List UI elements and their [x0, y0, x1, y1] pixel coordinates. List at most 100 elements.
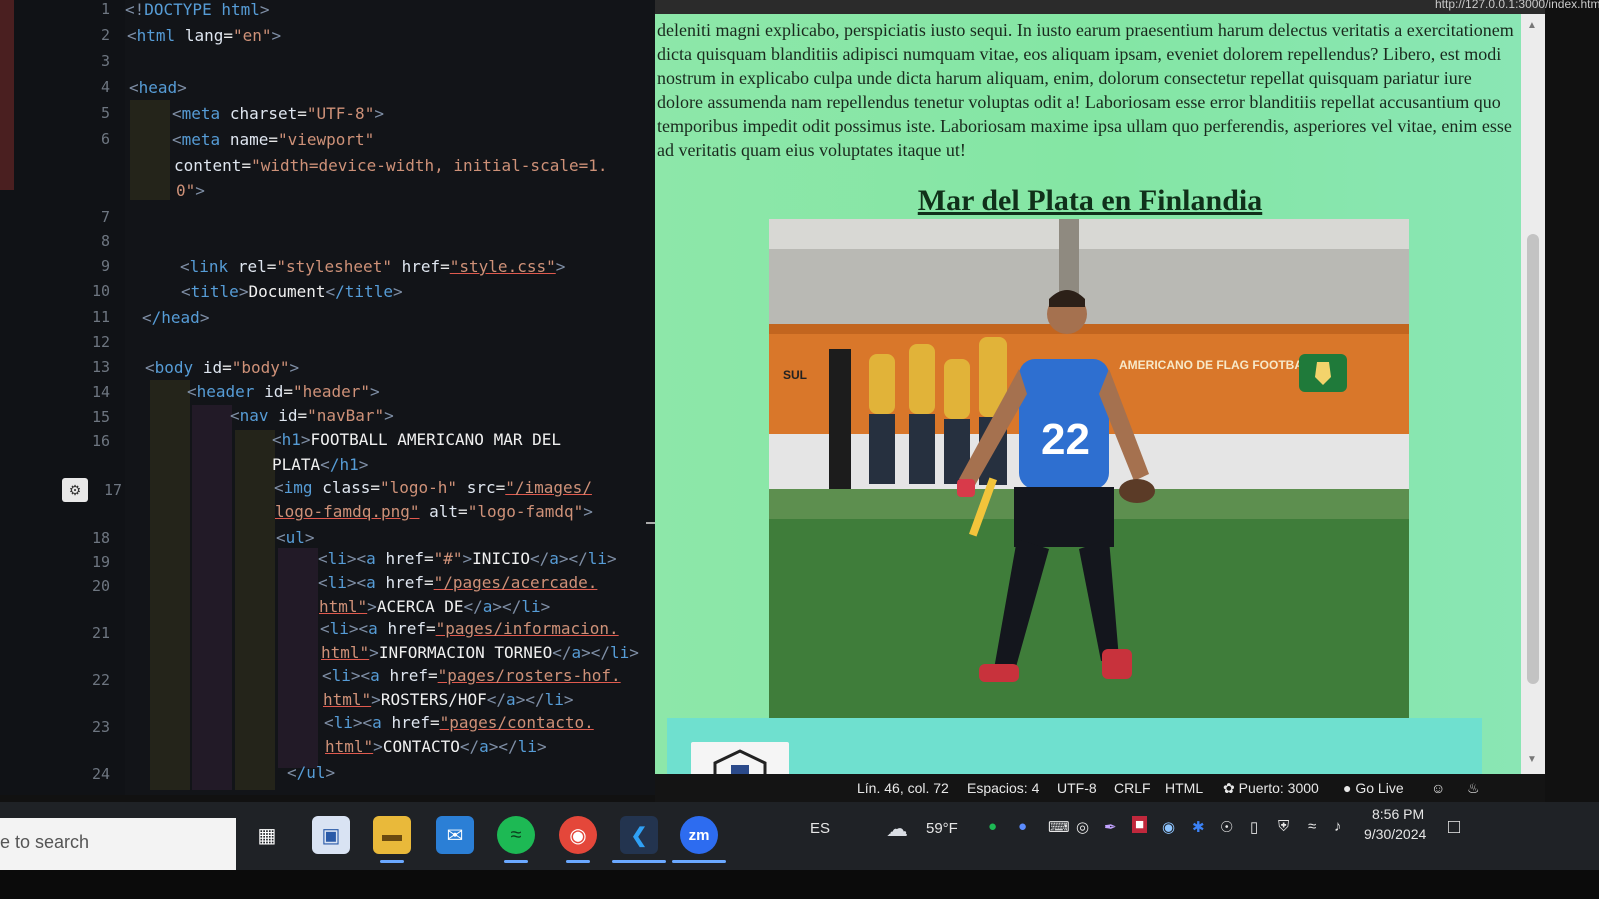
windows-taskbar: e to search ▦ ▣ ▬ ✉ ≈ ◉ ❮ zm ES ☁ 59°F ●… — [0, 802, 1599, 870]
steam-tray-icon[interactable]: ◉ — [1162, 818, 1175, 836]
feedback-icon[interactable]: ☺ — [1431, 780, 1445, 796]
encoding-setting[interactable]: UTF-8 — [1057, 780, 1097, 796]
photo-illustration: SUL AMERICANO DE FLAG FOOTBALL 22 — [769, 219, 1409, 719]
line-number: 1 — [100, 0, 110, 18]
code-line-22: <li><a href="pages/rosters-hof. — [322, 666, 621, 685]
go-live-button[interactable]: ● Go Live — [1343, 780, 1404, 796]
code-line-6-wrap2: 0"> — [176, 181, 205, 200]
clock-date[interactable]: 9/30/2024 — [1364, 826, 1426, 842]
line-number: 2 — [100, 26, 110, 44]
browser-preview[interactable]: deleniti magni explicabo, perspiciatis i… — [655, 14, 1545, 784]
monitor-bezel — [0, 870, 1599, 899]
line-number: 6 — [100, 130, 110, 148]
store-icon[interactable]: ▣ — [312, 816, 350, 854]
code-line-23: <li><a href="pages/contacto. — [324, 713, 594, 732]
code-line-22-wrap: html">ROSTERS/HOF</a></li> — [323, 690, 574, 709]
file-explorer-icon[interactable]: ▬ — [373, 816, 411, 854]
active-indicator — [612, 860, 666, 863]
active-indicator — [672, 860, 726, 863]
code-line-14: <header id="header"> — [187, 382, 380, 401]
usb-icon[interactable]: ▯ — [1250, 818, 1258, 836]
indent-guide — [130, 100, 170, 200]
line-number: 19 — [91, 553, 110, 571]
line-number: 13 — [91, 358, 110, 376]
line-number: 3 — [100, 52, 110, 70]
line-number: 15 — [91, 408, 110, 426]
line-number: 11 — [91, 308, 110, 326]
code-editor[interactable]: 1 2 3 4 5 6 7 8 9 10 11 12 13 14 15 16 1… — [0, 0, 660, 795]
code-line-17: <img class="logo-h" src="/images/ — [274, 478, 592, 497]
app-tray-icon[interactable]: ■ — [1132, 816, 1148, 833]
code-line-21: <li><a href="pages/informacion. — [320, 619, 619, 638]
indent-guide — [278, 548, 318, 768]
code-line-2: <html lang="en"> — [127, 26, 282, 45]
security-tray-icon[interactable]: ☉ — [1220, 818, 1233, 836]
vscode-icon[interactable]: ❮ — [620, 816, 658, 854]
line-number: 20 — [91, 577, 110, 595]
code-line-10: <title>Document</title> — [181, 282, 403, 301]
camera-tray-icon[interactable]: ◎ — [1076, 818, 1089, 836]
code-line-16: <h1>FOOTBALL AMERICANO MAR DEL — [272, 430, 561, 449]
bluetooth-icon[interactable]: ✱ — [1192, 818, 1205, 836]
indentation-setting[interactable]: Espacios: 4 — [967, 780, 1039, 796]
mail-icon[interactable]: ✉ — [436, 816, 474, 854]
url-text: http://127.0.0.1:3000/index.html — [1435, 0, 1599, 11]
clock-time[interactable]: 8:56 PM — [1372, 806, 1424, 822]
notifications-icon[interactable]: □ — [1448, 816, 1460, 839]
code-line-20-wrap: html">ACERCA DE</a></li> — [319, 597, 551, 616]
scroll-down-icon[interactable]: ▼ — [1527, 754, 1537, 765]
code-line-24: </ul> — [287, 763, 336, 782]
banner-left-text: SUL — [783, 368, 807, 382]
task-view-icon[interactable]: ▦ — [248, 816, 286, 854]
chrome-icon[interactable]: ◉ — [559, 816, 597, 854]
cursor-position[interactable]: Lín. 46, col. 72 — [857, 780, 949, 796]
browser-url-strip[interactable]: http://127.0.0.1:3000/index.html — [655, 0, 1599, 14]
status-bar: Lín. 46, col. 72 Espacios: 4 UTF-8 CRLF … — [655, 774, 1545, 802]
code-line-4: <head> — [129, 78, 187, 97]
breakpoint-icon[interactable]: ⚙ — [62, 478, 88, 502]
code-line-6: <meta name="viewport" — [172, 130, 375, 149]
line-number: 12 — [91, 333, 110, 351]
scroll-thumb[interactable] — [1527, 234, 1539, 684]
line-number: 10 — [91, 282, 110, 300]
scroll-up-icon[interactable]: ▲ — [1527, 20, 1537, 31]
volume-icon[interactable]: ♪ — [1334, 818, 1342, 835]
zoom-icon[interactable]: zm — [680, 816, 718, 854]
broadcast-icon: ✿ — [1223, 780, 1235, 796]
code-line-19: <li><a href="#">INICIO</a></li> — [318, 549, 617, 568]
banner-text: AMERICANO DE FLAG FOOTBALL — [1119, 358, 1318, 372]
code-line-6-wrap: content="width=device-width, initial-sca… — [174, 156, 608, 175]
lorem-paragraph: deleniti magni explicabo, perspiciatis i… — [657, 20, 1514, 160]
line-number: 14 — [91, 383, 110, 401]
wifi-icon[interactable]: ≈ — [1308, 818, 1316, 835]
preview-scrollbar[interactable]: ▲ ▼ — [1521, 14, 1545, 784]
code-line-21-wrap: html">INFORMACION TORNEO</a></li> — [321, 643, 639, 662]
code-line-13: <body id="body"> — [145, 358, 300, 377]
keyboard-tray-icon[interactable]: ⌨ — [1048, 818, 1070, 836]
spotify-tray-icon[interactable]: ● — [988, 818, 997, 835]
line-number: 24 — [91, 765, 110, 783]
input-language[interactable]: ES — [810, 820, 830, 837]
bell-icon[interactable]: ♨ — [1467, 780, 1480, 797]
weather-temp[interactable]: 59°F — [926, 820, 958, 837]
code-line-18: <ul> — [276, 528, 315, 547]
code-line-16-wrap: PLATA</h1> — [272, 455, 369, 474]
line-number: 9 — [100, 257, 110, 275]
eol-setting[interactable]: CRLF — [1114, 780, 1151, 796]
chat-bubble-icon: ● — [1343, 780, 1352, 796]
code-line-9: <link rel="stylesheet" href="style.css"> — [180, 257, 566, 276]
spotify-icon[interactable]: ≈ — [497, 816, 535, 854]
section-title: Mar del Plata en Finlandia — [917, 184, 1263, 217]
shield-icon[interactable]: ⛨ — [1278, 818, 1289, 835]
taskbar-search[interactable]: e to search — [0, 818, 236, 870]
line-number: 8 — [100, 232, 110, 250]
code-line-20: <li><a href="/pages/acercade. — [318, 573, 598, 592]
pen-tray-icon[interactable]: ✒ — [1104, 818, 1117, 836]
line-number: 4 — [100, 78, 110, 96]
live-server-port[interactable]: ✿ Puerto: 3000 — [1223, 780, 1319, 797]
line-number: 23 — [91, 718, 110, 736]
active-indicator — [566, 860, 590, 863]
zoom-tray-icon[interactable]: ● — [1018, 818, 1027, 835]
indent-guide — [150, 380, 190, 790]
language-mode[interactable]: HTML — [1165, 780, 1203, 796]
